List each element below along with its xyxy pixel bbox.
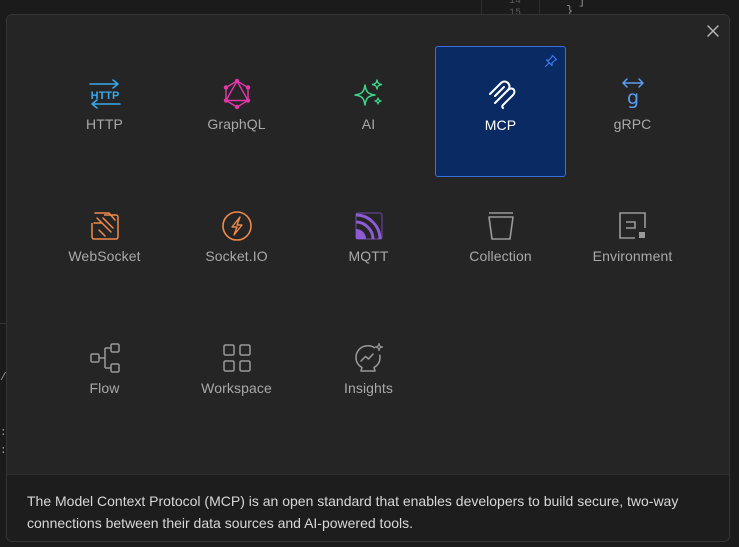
tile-mqtt[interactable]: MQTT <box>303 178 434 309</box>
svg-text:HTTP: HTTP <box>90 90 119 102</box>
tile-label: MCP <box>484 117 517 133</box>
http-icon: HTTP <box>87 77 123 111</box>
close-button[interactable] <box>705 23 721 39</box>
insights-icon <box>351 341 387 375</box>
tile-mcp[interactable]: MCP <box>435 46 566 177</box>
tile-label: Collection <box>469 248 532 264</box>
tile-label: WebSocket <box>68 248 141 264</box>
tile-grpc[interactable]: g gRPC <box>567 46 698 177</box>
graphql-icon <box>219 77 255 111</box>
new-request-modal: HTTP HTTP GraphQL AI MCP g gRPC WebSocke… <box>6 14 730 542</box>
tile-websocket[interactable]: WebSocket <box>39 178 170 309</box>
tile-label: Socket.IO <box>205 248 268 264</box>
tile-label: AI <box>361 116 376 132</box>
tile-socketio[interactable]: Socket.IO <box>171 178 302 309</box>
tile-collection[interactable]: Collection <box>435 178 566 309</box>
tile-label: GraphQL <box>207 116 266 132</box>
websocket-icon <box>87 209 123 243</box>
tile-insights[interactable]: Insights <box>303 310 434 441</box>
close-icon <box>707 25 719 37</box>
workspace-icon <box>219 341 255 375</box>
tile-label: Flow <box>89 380 120 396</box>
pin-icon[interactable] <box>544 54 558 68</box>
tile-http[interactable]: HTTP HTTP <box>39 46 170 177</box>
description-panel: The Model Context Protocol (MCP) is an o… <box>7 474 729 541</box>
socketio-icon <box>219 209 255 243</box>
environment-icon <box>615 209 651 243</box>
tile-flow[interactable]: Flow <box>39 310 170 441</box>
tile-label: Workspace <box>201 380 272 396</box>
tile-environment[interactable]: Environment <box>567 178 698 309</box>
tile-label: Environment <box>592 248 673 264</box>
grpc-icon: g <box>615 77 651 111</box>
mcp-icon <box>483 78 519 112</box>
tile-label: gRPC <box>613 116 652 132</box>
flow-icon <box>87 341 123 375</box>
svg-text:g: g <box>626 87 638 109</box>
description-text: The Model Context Protocol (MCP) is an o… <box>27 493 679 531</box>
tile-workspace[interactable]: Workspace <box>171 310 302 441</box>
tile-graphql[interactable]: GraphQL <box>171 46 302 177</box>
tile-label: MQTT <box>348 248 389 264</box>
tile-label: Insights <box>343 380 394 396</box>
tile-label: HTTP <box>86 116 123 132</box>
code-line: ] <box>578 0 586 8</box>
sparkles-icon <box>351 77 387 111</box>
line-number: 14 <box>508 0 521 7</box>
mqtt-icon <box>351 209 387 243</box>
collection-icon <box>483 209 519 243</box>
tile-ai[interactable]: AI <box>303 46 434 177</box>
